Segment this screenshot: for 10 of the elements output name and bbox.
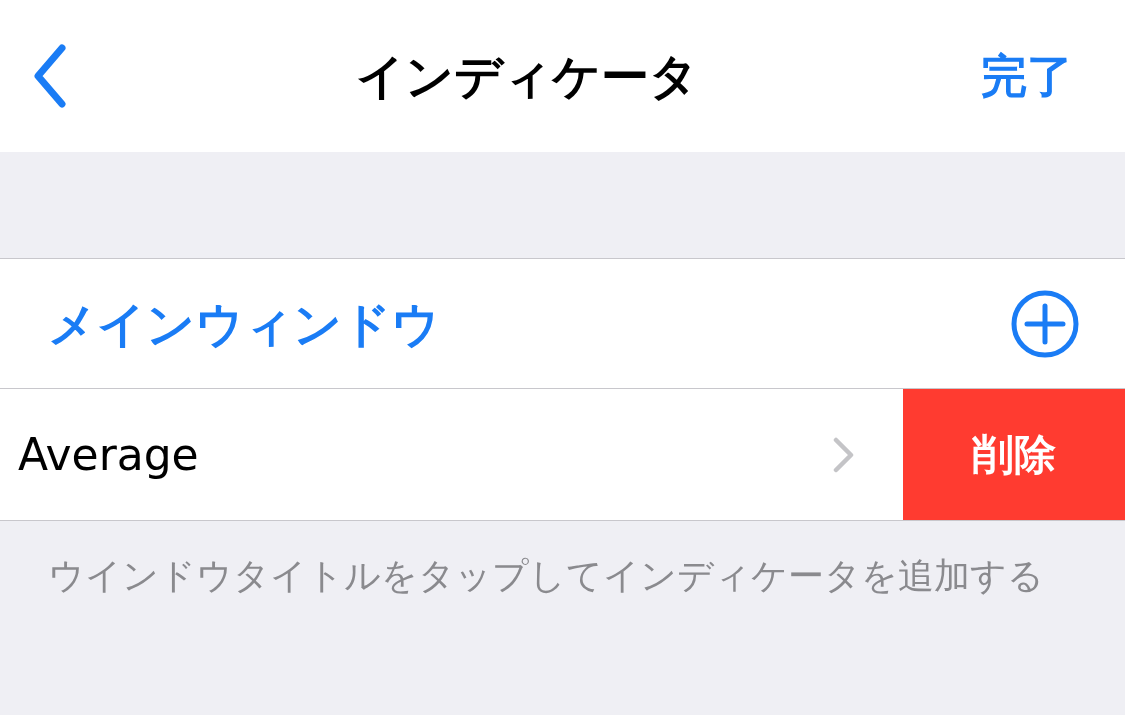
row-label: Average	[18, 427, 200, 482]
delete-button[interactable]: 削除	[903, 389, 1125, 520]
done-button[interactable]: 完了	[981, 41, 1097, 111]
back-icon	[32, 44, 68, 108]
section-title[interactable]: メインウィンドウ	[48, 287, 1011, 360]
chevron-icon	[833, 436, 855, 473]
list-row[interactable]: Average	[0, 389, 903, 520]
add-icon[interactable]	[1011, 289, 1079, 358]
footer-hint: ウインドウタイトルをタップしてインディケータを追加する	[47, 554, 1045, 598]
window-title: インディケータ	[355, 47, 698, 106]
